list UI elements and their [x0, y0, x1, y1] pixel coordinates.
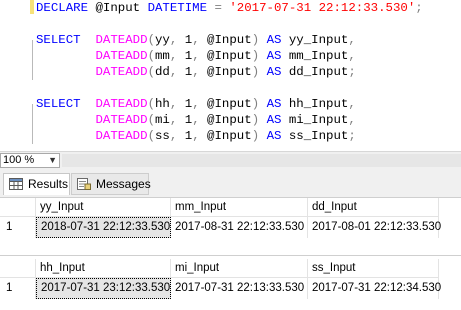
tab-results[interactable]: Results [3, 173, 70, 195]
tab-results-label: Results [28, 177, 69, 191]
outline-line [32, 104, 33, 144]
horizontal-scrollbar[interactable] [62, 154, 461, 167]
table-cell[interactable]: 2017-08-31 22:12:33.530 [171, 217, 308, 238]
column-header[interactable]: dd_Input [308, 198, 439, 217]
sql-editor[interactable]: DECLARE @Input DATETIME = '2017-07-31 22… [0, 0, 461, 150]
column-header[interactable]: yy_Input [36, 198, 171, 217]
editor-gutter [0, 0, 27, 150]
code-line-select-1b[interactable]: DATEADD(mm, 1, @Input) AS mm_Input, [36, 48, 356, 64]
chevron-down-icon[interactable]: ▼ [48, 154, 57, 167]
table-cell-selected[interactable]: 2018-07-31 22:12:33.530 [36, 217, 171, 238]
tab-messages-label: Messages [96, 177, 151, 191]
code-line-select-1c[interactable]: DATEADD(dd, 1, @Input) AS dd_Input; [36, 64, 356, 80]
code-line-select-2[interactable]: SELECT DATEADD(hh, 1, @Input) AS hh_Inpu… [36, 96, 356, 112]
column-header[interactable]: hh_Input [36, 259, 171, 278]
tab-messages[interactable]: Messages [71, 173, 151, 195]
code-line-declare[interactable]: DECLARE @Input DATETIME = '2017-07-31 22… [36, 0, 423, 16]
zoom-bar: 100 % ▼ [0, 151, 461, 169]
zoom-select[interactable]: 100 % ▼ [0, 153, 60, 168]
column-header[interactable]: mi_Input [171, 259, 308, 278]
results-tabs: Results Messages [0, 169, 461, 198]
grid-icon [9, 178, 23, 190]
code-line-select-2c[interactable]: DATEADD(ss, 1, @Input) AS ss_Input; [36, 128, 356, 144]
row-number[interactable]: 1 [0, 217, 36, 238]
results-pane: yy_Input mm_Input dd_Input 1 2018-07-31 … [0, 198, 461, 310]
code-line-select-1[interactable]: SELECT DATEADD(yy, 1, @Input) AS yy_Inpu… [36, 32, 356, 48]
code-line-select-2b[interactable]: DATEADD(mi, 1, @Input) AS mi_Input, [36, 112, 356, 128]
table-cell[interactable]: 2017-08-01 22:12:33.530 [308, 217, 441, 238]
messages-icon [77, 178, 91, 190]
grid-corner[interactable] [0, 198, 36, 217]
outline-line [32, 40, 33, 80]
grid-splitter[interactable] [0, 255, 461, 256]
grid-corner[interactable] [0, 259, 36, 278]
table-cell-selected[interactable]: 2017-07-31 23:12:33.530 [36, 278, 171, 299]
table-cell[interactable]: 2017-07-31 22:13:33.530 [171, 278, 308, 299]
result-grid-2[interactable]: hh_Input mi_Input ss_Input 1 2017-07-31 … [0, 259, 461, 300]
column-header[interactable]: mm_Input [171, 198, 308, 217]
change-indicator [30, 0, 34, 14]
zoom-value: 100 % [3, 154, 35, 166]
row-number[interactable]: 1 [0, 278, 36, 299]
column-header[interactable]: ss_Input [308, 259, 439, 278]
table-cell[interactable]: 2017-07-31 22:12:34.530 [308, 278, 441, 299]
result-grid-1[interactable]: yy_Input mm_Input dd_Input 1 2018-07-31 … [0, 198, 461, 239]
